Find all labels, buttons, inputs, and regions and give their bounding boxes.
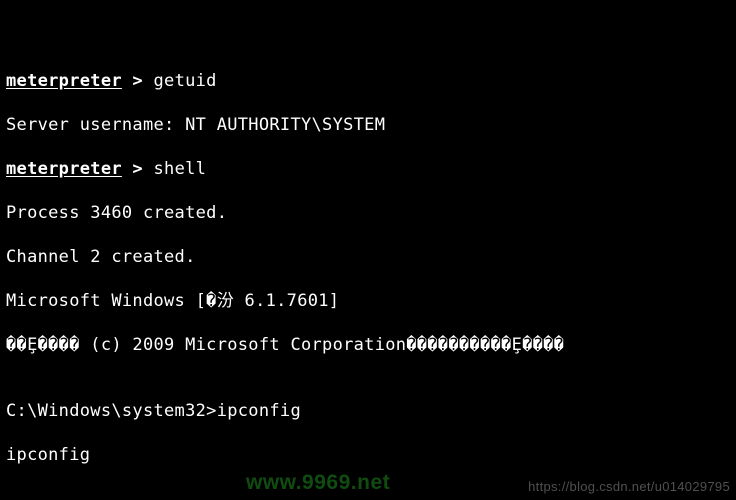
- terminal-output: meterpreter > getuid Server username: NT…: [6, 48, 730, 500]
- output-process-created: Process 3460 created.: [6, 202, 730, 224]
- output-ipconfig-echo: ipconfig: [6, 444, 730, 466]
- prompt-separator: >: [122, 159, 154, 179]
- output-channel-created: Channel 2 created.: [6, 246, 730, 268]
- prompt-separator: >: [122, 71, 154, 91]
- terminal-window[interactable]: meterpreter > getuid Server username: NT…: [0, 0, 736, 500]
- meterpreter-prompt: meterpreter: [6, 71, 122, 91]
- output-server-username: Server username: NT AUTHORITY\SYSTEM: [6, 114, 730, 136]
- command-shell: shell: [154, 159, 207, 179]
- cmd-prompt-ipconfig: C:\Windows\system32>ipconfig: [6, 400, 730, 422]
- command-getuid: getuid: [154, 71, 217, 91]
- output-copyright: ��Ȩ���� (c) 2009 Microsoft Corporation��…: [6, 334, 730, 356]
- output-windows-version: Microsoft Windows [�汾 6.1.7601]: [6, 290, 730, 312]
- meterpreter-prompt: meterpreter: [6, 159, 122, 179]
